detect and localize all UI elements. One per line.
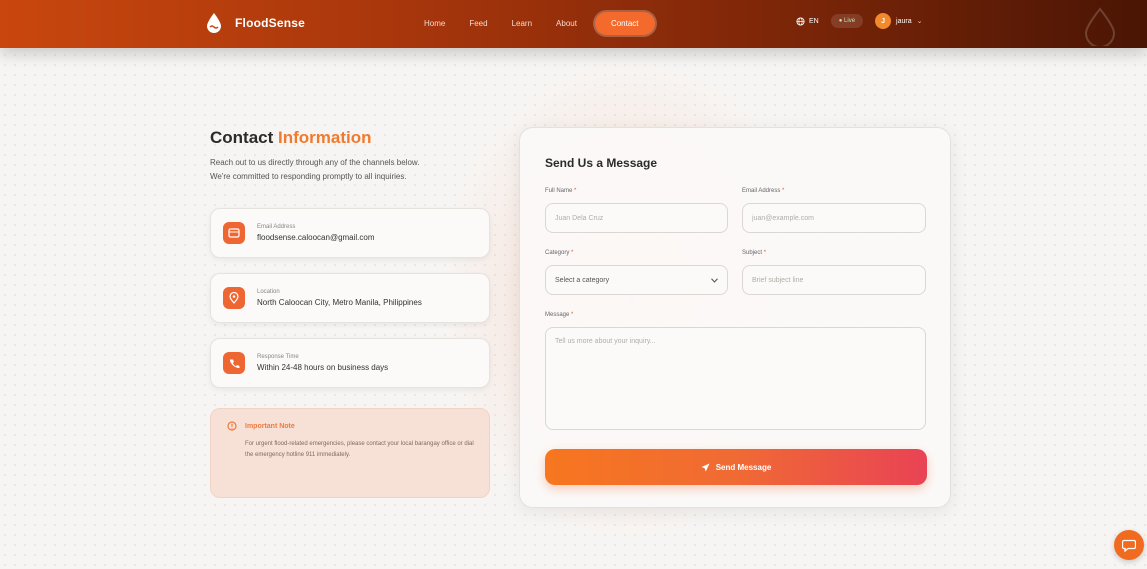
required-mark: * xyxy=(571,250,574,256)
user-menu[interactable]: J jaura ⌄ xyxy=(875,13,923,29)
live-label: Live xyxy=(844,18,856,24)
category-label: Category * xyxy=(545,250,573,256)
chat-bubble-icon xyxy=(1122,539,1136,552)
category-select[interactable]: Select a category xyxy=(545,265,728,295)
nav-learn[interactable]: Learn xyxy=(500,12,544,35)
email-address-label: Email Address * xyxy=(742,188,784,194)
contact-information-section: Contact Information Reach out to us dire… xyxy=(210,128,492,498)
important-note: Important Note For urgent flood-related … xyxy=(210,408,490,498)
email-value: floodsense.caloocan@gmail.com xyxy=(257,233,375,242)
intro-text: Reach out to us directly through any of … xyxy=(210,156,480,184)
phone-icon xyxy=(223,352,245,374)
intro-line-2: We're committed to responding promptly t… xyxy=(210,172,407,181)
response-time-label: Response Time xyxy=(257,354,299,360)
full-name-label: Full Name * xyxy=(545,188,576,194)
email-icon xyxy=(223,222,245,244)
intro-line-1: Reach out to us directly through any of … xyxy=(210,158,420,167)
note-title-text: Important Note xyxy=(245,422,295,430)
form-title: Send Us a Message xyxy=(545,156,658,170)
required-mark: * xyxy=(763,250,767,256)
subject-input[interactable]: Brief subject line xyxy=(742,265,926,295)
title-part-1: Contact xyxy=(210,128,274,147)
message-label: Message * xyxy=(545,312,573,318)
send-icon xyxy=(701,462,710,472)
logo[interactable]: FloodSense xyxy=(205,12,305,34)
message-form-card: Send Us a Message Full Name * Juan Dela … xyxy=(519,127,951,508)
required-mark: * xyxy=(571,312,574,318)
note-title: Important Note xyxy=(227,421,473,431)
user-name: jaura xyxy=(896,17,912,25)
chevron-down-icon: ⌄ xyxy=(916,18,923,25)
language-switcher[interactable]: EN xyxy=(796,16,819,26)
subject-label-text: Subject xyxy=(742,250,763,256)
category-label-text: Category xyxy=(545,250,570,256)
email-card[interactable]: Email Address floodsense.caloocan@gmail.… xyxy=(210,208,490,258)
response-time-value: Within 24-48 hours on business days xyxy=(257,363,389,372)
avatar: J xyxy=(875,13,892,29)
language-label: EN xyxy=(809,17,819,25)
header-tools: EN ● Live J jaura ⌄ xyxy=(796,13,923,29)
main-nav: Home Feed Learn About Contact xyxy=(412,12,655,35)
live-status-badge[interactable]: ● Live xyxy=(830,14,864,28)
note-text: For urgent flood-related emergencies, pl… xyxy=(245,441,474,458)
required-mark: * xyxy=(574,188,577,194)
decorative-drop-icon xyxy=(1084,7,1116,46)
nav-home[interactable]: Home xyxy=(412,12,457,35)
send-message-label: Send Message xyxy=(715,462,772,472)
nav-about[interactable]: About xyxy=(544,12,589,35)
alert-circle-icon xyxy=(227,421,237,431)
title-part-2: Information xyxy=(278,128,372,147)
full-name-label-text: Full Name xyxy=(545,188,573,194)
chevron-down-icon xyxy=(711,277,718,283)
subject-label: Subject * xyxy=(742,250,766,256)
location-pin-icon xyxy=(223,287,245,309)
brand-name: FloodSense xyxy=(235,16,306,30)
nav-contact[interactable]: Contact xyxy=(594,12,655,35)
chat-button[interactable] xyxy=(1114,530,1144,560)
required-mark: * xyxy=(782,188,785,194)
email-input[interactable]: juan@example.com xyxy=(742,203,926,233)
page-title: Contact Information xyxy=(210,128,492,148)
top-navbar: FloodSense Home Feed Learn About Contact… xyxy=(0,0,1147,48)
message-textarea[interactable]: Tell us more about your inquiry... xyxy=(545,327,926,430)
response-time-card[interactable]: Response Time Within 24-48 hours on busi… xyxy=(210,338,490,388)
globe-icon xyxy=(796,16,805,26)
location-value: North Caloocan City, Metro Manila, Phili… xyxy=(257,298,422,307)
flood-drop-icon xyxy=(207,13,221,33)
email-label: Email Address xyxy=(257,224,296,230)
category-selected-value: Select a category xyxy=(555,276,610,284)
send-message-button[interactable]: Send Message xyxy=(545,449,927,485)
email-address-label-text: Email Address xyxy=(742,188,781,194)
nav-feed[interactable]: Feed xyxy=(457,12,499,35)
location-card[interactable]: Location North Caloocan City, Metro Mani… xyxy=(210,273,490,323)
location-label: Location xyxy=(257,289,280,295)
message-label-text: Message xyxy=(545,312,570,318)
full-name-input[interactable]: Juan Dela Cruz xyxy=(545,203,728,233)
